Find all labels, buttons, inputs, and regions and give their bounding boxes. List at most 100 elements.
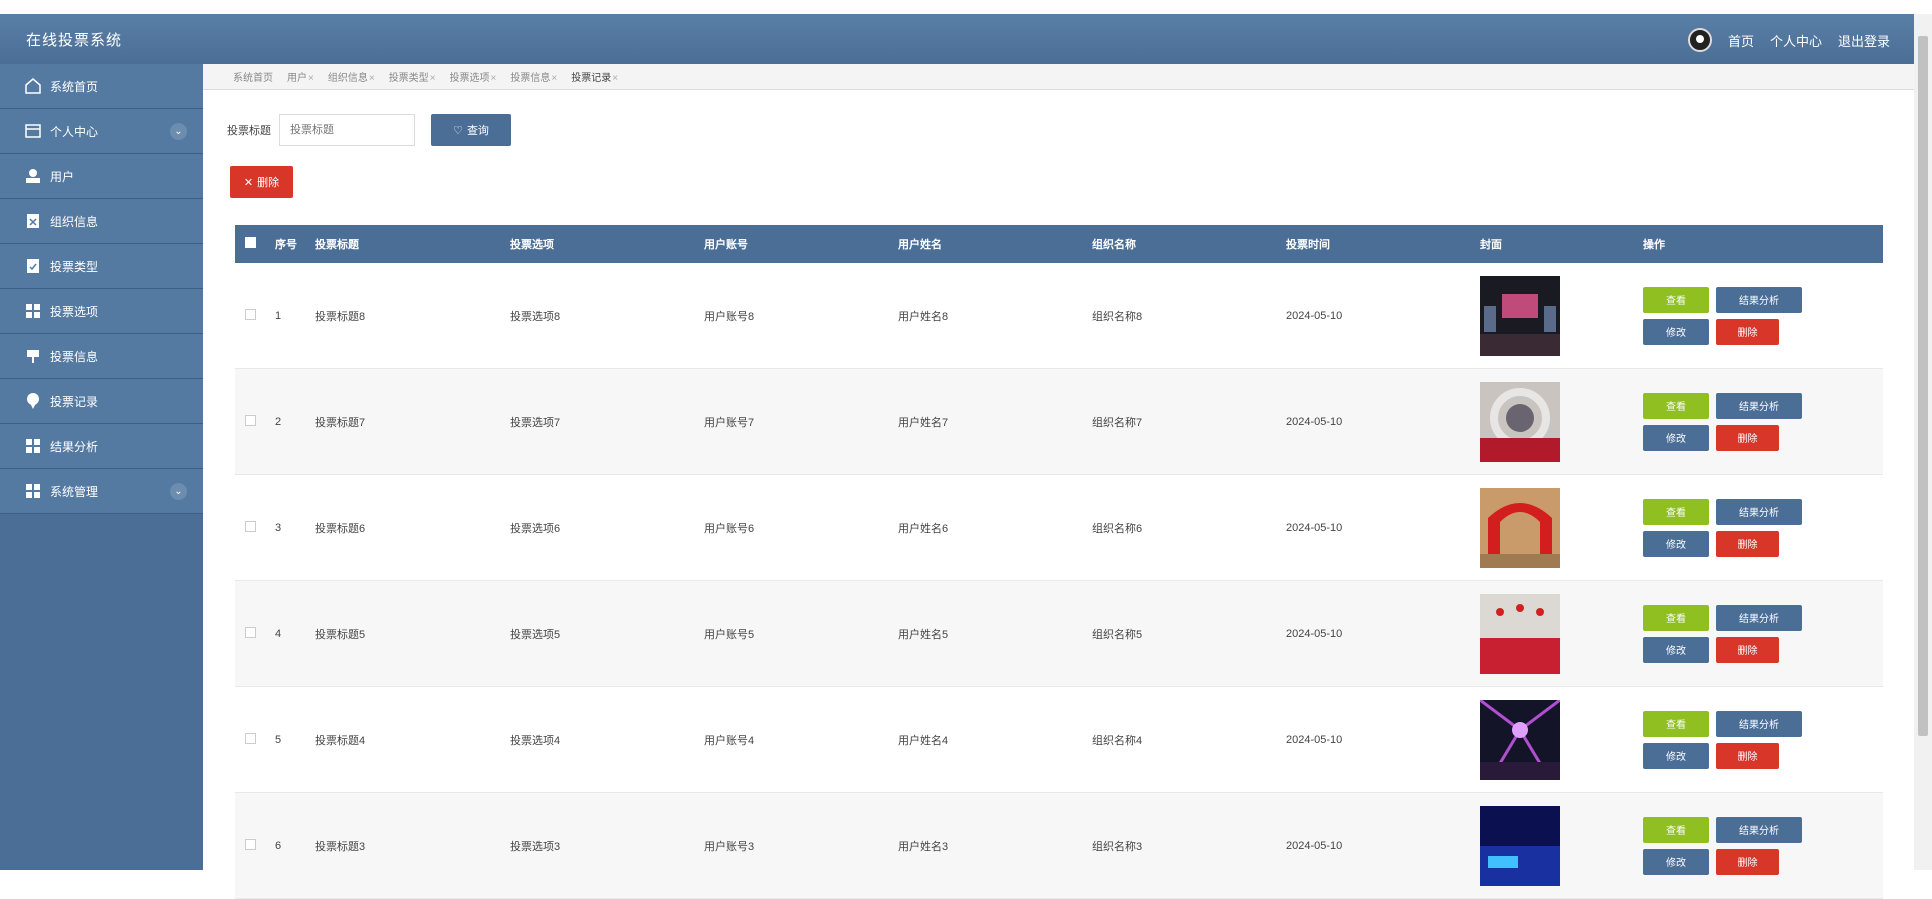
edit-button[interactable]: 修改 [1643, 424, 1709, 451]
analyze-button[interactable]: 结果分析 [1716, 498, 1802, 525]
sidebar-item-org[interactable]: 组织信息 [0, 199, 203, 244]
edit-button[interactable]: 修改 [1643, 530, 1709, 557]
cell-title: 投票标题5 [315, 628, 366, 641]
delete-button[interactable]: 删除 [1716, 742, 1779, 769]
home-link[interactable]: 首页 [1728, 31, 1754, 50]
search-input[interactable] [279, 114, 415, 146]
sidebar-item-users[interactable]: 用户 [0, 154, 203, 199]
scrollbar-thumb[interactable] [1918, 36, 1928, 736]
row-checkbox[interactable] [245, 732, 256, 744]
cell-name: 用户姓名8 [898, 310, 949, 323]
close-icon[interactable]: × [369, 73, 375, 84]
cell-time: 2024-05-10 [1286, 415, 1343, 428]
cover-image[interactable] [1480, 487, 1643, 568]
delete-button[interactable]: 删除 [1716, 636, 1779, 663]
sidebar-item-profile[interactable]: 个人中心 ⌄ [0, 109, 203, 154]
sidebar-item-analysis[interactable]: 结果分析 [0, 424, 203, 469]
view-button[interactable]: 查看 [1643, 286, 1709, 313]
analyze-button[interactable]: 结果分析 [1716, 816, 1802, 843]
view-button[interactable]: 查看 [1643, 710, 1709, 737]
delete-button[interactable]: 删除 [1716, 530, 1779, 557]
col-header: 操作 [1643, 239, 1665, 251]
cell-account: 用户账号4 [704, 734, 755, 747]
edit-button[interactable]: 修改 [1643, 318, 1709, 345]
cell-option: 投票选项6 [510, 522, 561, 535]
tab-vote-option[interactable]: 投票选项× [450, 69, 497, 84]
close-icon[interactable]: × [430, 73, 436, 84]
cover-image[interactable] [1480, 593, 1643, 674]
cover-image[interactable] [1480, 275, 1643, 356]
delete-button-label: 删除 [257, 177, 280, 189]
view-button[interactable]: 查看 [1643, 392, 1709, 419]
sidebar-item-home[interactable]: 系统首页 [0, 64, 203, 109]
sidebar-item-vote-type[interactable]: 投票类型 [0, 244, 203, 289]
row-checkbox[interactable] [245, 626, 256, 638]
sidebar-item-label: 投票选项 [50, 304, 99, 319]
user-icon [24, 167, 42, 185]
table-row: 6 投票标题3 投票选项3 用户账号3 用户姓名3 组织名称3 2024-05-10 查看 结果… [235, 793, 1883, 899]
select-all-checkbox[interactable] [245, 237, 256, 248]
cell-index: 3 [275, 521, 282, 534]
close-icon[interactable]: × [308, 73, 314, 84]
view-button[interactable]: 查看 [1643, 816, 1709, 843]
table-header: 序号 投票标题 投票选项 用户账号 用户姓名 组织名称 投票时间 封面 操作 [235, 225, 1883, 263]
cell-option: 投票选项7 [510, 416, 561, 429]
delete-button[interactable]: 删除 [1716, 318, 1779, 345]
view-button[interactable]: 查看 [1643, 498, 1709, 525]
sidebar-item-label: 投票记录 [50, 394, 99, 409]
table-row: 4 投票标题5 投票选项5 用户账号5 用户姓名5 组织名称5 2024-05-10 查看 结果… [235, 581, 1883, 687]
tab-vote-info[interactable]: 投票信息× [510, 69, 557, 84]
view-button[interactable]: 查看 [1643, 604, 1709, 631]
tab-label: 投票类型 [388, 73, 429, 84]
close-icon[interactable]: × [551, 73, 557, 84]
delete-button[interactable]: 删除 [1716, 424, 1779, 451]
sidebar-item-vote-info[interactable]: 投票信息 [0, 334, 203, 379]
sidebar-item-vote-option[interactable]: 投票选项 [0, 289, 203, 334]
cell-name: 用户姓名4 [898, 734, 949, 747]
sidebar-item-system[interactable]: 系统管理 ⌄ [0, 469, 203, 514]
tab-label: 系统首页 [233, 73, 273, 84]
delete-selected-button[interactable]: ✕ 删除 [230, 166, 293, 198]
tab-label: 投票选项 [449, 73, 490, 84]
sidebar-item-vote-record[interactable]: 投票记录 [0, 379, 203, 424]
row-checkbox[interactable] [245, 520, 256, 532]
chevron-down-icon[interactable]: ⌄ [170, 483, 187, 500]
cover-image[interactable] [1480, 805, 1643, 886]
cell-org: 组织名称5 [1092, 628, 1143, 641]
tab-vote-type[interactable]: 投票类型× [389, 69, 436, 84]
analyze-button[interactable]: 结果分析 [1716, 604, 1802, 631]
page-scrollbar[interactable] [1914, 14, 1932, 870]
cell-account: 用户账号8 [704, 310, 755, 323]
tab-users[interactable]: 用户× [287, 69, 314, 84]
cell-account: 用户账号7 [704, 416, 755, 429]
row-checkbox[interactable] [245, 414, 256, 426]
row-checkbox[interactable] [245, 838, 256, 850]
analyze-button[interactable]: 结果分析 [1716, 392, 1802, 419]
tab-home[interactable]: 系统首页 [233, 69, 273, 84]
cover-image[interactable] [1480, 699, 1643, 780]
table-row: 5 投票标题4 投票选项4 用户账号4 用户姓名4 组织名称4 2024-05-10 查看 结果… [235, 687, 1883, 793]
cell-org: 组织名称3 [1092, 840, 1143, 853]
cover-image[interactable] [1480, 381, 1643, 462]
profile-link[interactable]: 个人中心 [1770, 31, 1822, 50]
close-icon[interactable]: × [612, 73, 618, 84]
tab-org[interactable]: 组织信息× [328, 69, 375, 84]
col-header: 用户姓名 [898, 239, 942, 251]
analyze-button[interactable]: 结果分析 [1716, 286, 1802, 313]
avatar[interactable] [1687, 28, 1712, 52]
logout-link[interactable]: 退出登录 [1838, 31, 1890, 50]
col-header: 组织名称 [1092, 239, 1136, 251]
edit-button[interactable]: 修改 [1643, 848, 1709, 875]
cell-org: 组织名称8 [1092, 310, 1143, 323]
row-checkbox[interactable] [245, 308, 256, 320]
close-icon[interactable]: × [491, 73, 497, 84]
delete-button[interactable]: 删除 [1716, 848, 1779, 875]
tab-label: 组织信息 [327, 73, 368, 84]
edit-button[interactable]: 修改 [1643, 742, 1709, 769]
edit-button[interactable]: 修改 [1643, 636, 1709, 663]
analyze-button[interactable]: 结果分析 [1716, 710, 1802, 737]
tab-vote-record[interactable]: 投票记录× [571, 69, 618, 84]
chevron-down-icon[interactable]: ⌄ [170, 123, 187, 140]
query-button[interactable]: ♡ 查询 [431, 114, 511, 146]
col-header: 投票时间 [1286, 239, 1330, 251]
